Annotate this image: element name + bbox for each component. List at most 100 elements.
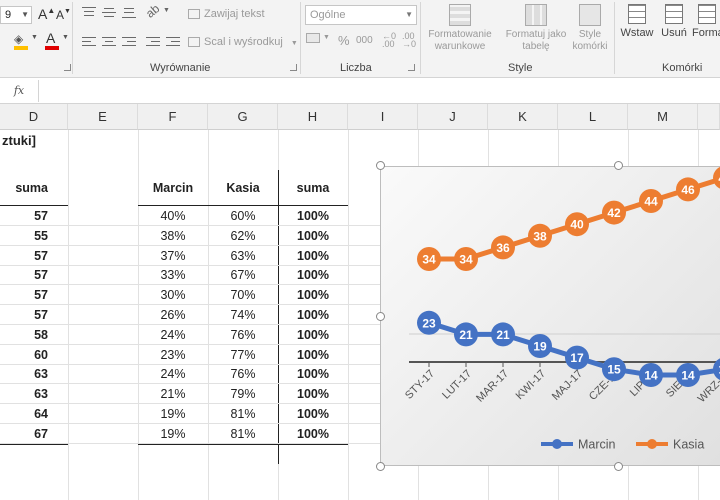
merge-center-button[interactable]: Scal i wyśrodkuj ▼ [188, 36, 298, 48]
table-cell-h[interactable]: 100% [278, 206, 348, 226]
cell-styles-button[interactable]: Style komórki [570, 2, 610, 58]
column-header-m[interactable]: M [628, 104, 698, 130]
table-cell-h[interactable]: 100% [278, 325, 348, 345]
column-header-k[interactable]: K [488, 104, 558, 130]
format-as-table-button[interactable]: Formatuj jako tabelę [500, 2, 572, 58]
conditional-formatting-button[interactable]: Formatowanie warunkowe [424, 2, 496, 58]
align-bottom-button[interactable] [122, 6, 136, 18]
table-cell-g[interactable]: 76% [208, 325, 278, 345]
header-suma-d[interactable]: suma [0, 178, 48, 198]
table-cell-f[interactable]: 40% [138, 206, 208, 226]
table-cell-g[interactable]: 76% [208, 364, 278, 384]
resize-handle[interactable] [376, 161, 385, 170]
table-cell-g[interactable]: 77% [208, 345, 278, 365]
column-header-j[interactable]: J [418, 104, 488, 130]
table-cell-f[interactable]: 33% [138, 265, 208, 285]
table-cell-g[interactable]: 60% [208, 206, 278, 226]
table-cell-d[interactable]: 60 [0, 345, 48, 365]
table-cell-d[interactable]: 57 [0, 285, 48, 305]
table-cell-h[interactable]: 100% [278, 265, 348, 285]
table-cell-g[interactable]: 70% [208, 285, 278, 305]
table-cell-g[interactable]: 79% [208, 384, 278, 404]
format-cells-button[interactable]: Forma [692, 2, 720, 58]
table-cell-h[interactable]: 100% [278, 424, 348, 444]
increase-decimal-button[interactable]: ←0.00 [382, 32, 396, 49]
table-cell-g[interactable]: 81% [208, 404, 278, 424]
table-cell-f[interactable]: 24% [138, 325, 208, 345]
table-cell-d[interactable]: 57 [0, 206, 48, 226]
table-cell-d[interactable]: 63 [0, 384, 48, 404]
table-cell-f[interactable]: 24% [138, 364, 208, 384]
currency-format-button[interactable]: ▼ [306, 33, 334, 49]
decrease-decimal-button[interactable]: .00 →0 [402, 32, 416, 49]
align-left-button[interactable] [82, 36, 96, 48]
table-cell-f[interactable]: 37% [138, 246, 208, 266]
table-cell-h[interactable]: 100% [278, 404, 348, 424]
table-cell-h[interactable]: 100% [278, 226, 348, 246]
table-cell-g[interactable]: 81% [208, 424, 278, 444]
chart-area[interactable]: STY-17LUT-17MAR-17KWI-17MAJ-17CZE-17LIP-… [380, 166, 720, 466]
resize-handle[interactable] [614, 161, 623, 170]
font-group-launcher-icon[interactable] [64, 64, 71, 71]
table-cell-d[interactable]: 57 [0, 305, 48, 325]
table-cell-d[interactable]: 63 [0, 364, 48, 384]
column-header-f[interactable]: F [138, 104, 208, 130]
header-kasia[interactable]: Kasia [208, 178, 278, 198]
insert-cells-button[interactable]: Wstaw [618, 2, 656, 58]
align-top-button[interactable] [82, 6, 96, 18]
table-cell-g[interactable]: 63% [208, 246, 278, 266]
column-header-i[interactable]: I [348, 104, 418, 130]
table-cell-d[interactable]: 55 [0, 226, 48, 246]
resize-handle[interactable] [376, 462, 385, 471]
wrap-text-button[interactable]: Zawijaj tekst [188, 8, 265, 20]
shrink-font-button[interactable]: A▼ [56, 8, 71, 22]
table-cell-h[interactable]: 100% [278, 345, 348, 365]
title-cell[interactable]: ztuki] [2, 131, 36, 151]
table-cell-h[interactable]: 100% [278, 384, 348, 404]
table-cell-d[interactable]: 67 [0, 424, 48, 444]
formula-input[interactable] [38, 80, 720, 102]
column-header-h[interactable]: H [278, 104, 348, 130]
delete-cells-button[interactable]: Usuń [658, 2, 690, 58]
header-suma-h[interactable]: suma [278, 178, 348, 198]
decrease-indent-button[interactable] [146, 36, 160, 48]
table-cell-f[interactable]: 21% [138, 384, 208, 404]
font-size-box[interactable]: 9 ▼ [0, 6, 32, 24]
column-header-e[interactable]: E [68, 104, 138, 130]
table-cell-f[interactable]: 26% [138, 305, 208, 325]
table-cell-d[interactable]: 57 [0, 265, 48, 285]
font-color-button[interactable]: A ▼ [44, 30, 70, 52]
table-cell-d[interactable]: 64 [0, 404, 48, 424]
insert-function-button[interactable]: fx [6, 82, 32, 100]
percent-style-button[interactable]: % [338, 33, 350, 48]
table-cell-f[interactable]: 38% [138, 226, 208, 246]
fill-color-button[interactable]: ◈ ▼ [12, 32, 38, 52]
table-cell-g[interactable]: 74% [208, 305, 278, 325]
header-marcin[interactable]: Marcin [138, 178, 208, 198]
number-format-dropdown[interactable]: Ogólne ▼ [305, 5, 417, 25]
table-cell-f[interactable]: 19% [138, 404, 208, 424]
align-center-button[interactable] [102, 36, 116, 48]
column-header-n[interactable] [698, 104, 720, 130]
table-cell-f[interactable]: 23% [138, 345, 208, 365]
column-header-g[interactable]: G [208, 104, 278, 130]
column-header-l[interactable]: L [558, 104, 628, 130]
alignment-group-launcher-icon[interactable] [290, 64, 297, 71]
table-cell-g[interactable]: 62% [208, 226, 278, 246]
grow-font-button[interactable]: A▲ [38, 6, 55, 22]
comma-style-button[interactable]: 000 [356, 35, 373, 46]
table-cell-f[interactable]: 19% [138, 424, 208, 444]
table-cell-h[interactable]: 100% [278, 246, 348, 266]
align-right-button[interactable] [122, 36, 136, 48]
table-cell-g[interactable]: 67% [208, 265, 278, 285]
increase-indent-button[interactable] [166, 36, 180, 48]
align-middle-button[interactable] [102, 6, 116, 18]
resize-handle[interactable] [614, 462, 623, 471]
number-group-launcher-icon[interactable] [408, 64, 415, 71]
table-cell-d[interactable]: 58 [0, 325, 48, 345]
table-cell-h[interactable]: 100% [278, 364, 348, 384]
table-cell-f[interactable]: 30% [138, 285, 208, 305]
orientation-button[interactable]: ab ▼ [143, 1, 170, 20]
column-header-d[interactable]: D [0, 104, 68, 130]
resize-handle[interactable] [376, 312, 385, 321]
